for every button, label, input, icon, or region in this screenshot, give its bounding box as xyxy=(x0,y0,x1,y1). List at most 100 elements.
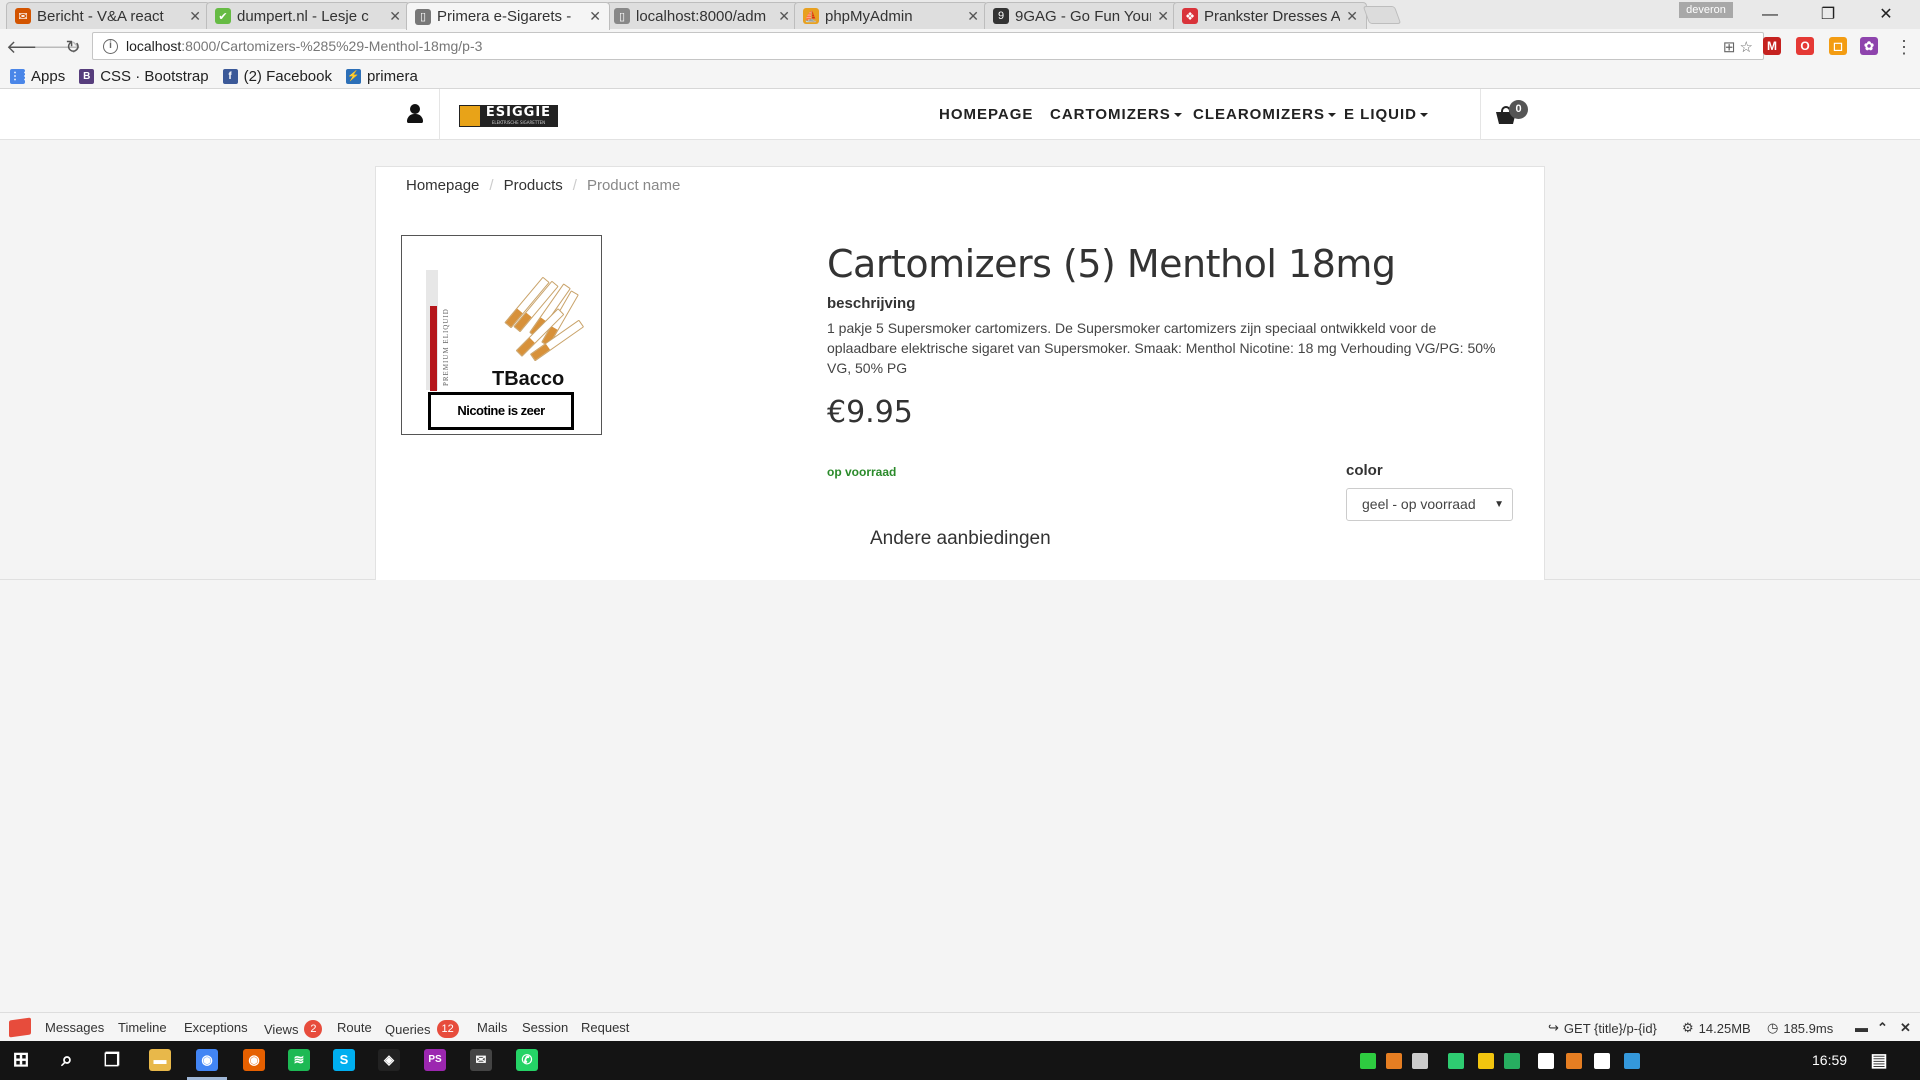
extension-icon[interactable]: M xyxy=(1763,37,1781,55)
color-label: color xyxy=(1346,462,1383,479)
tab-title: dumpert.nl - Lesje c xyxy=(237,7,369,25)
tray-icon[interactable] xyxy=(1478,1053,1494,1069)
address-bar[interactable]: i localhost:8000/Cartomizers-%285%29-Men… xyxy=(92,32,1764,60)
tray-icon[interactable] xyxy=(1448,1053,1464,1069)
nav-e-liquid[interactable]: E LIQUID xyxy=(1344,106,1429,123)
tab-title: Bericht - V&A react xyxy=(37,7,164,25)
debugbar-tab[interactable]: Exceptions xyxy=(184,1020,248,1035)
extension-icon[interactable]: ◻ xyxy=(1829,37,1847,55)
breadcrumb-separator: / xyxy=(572,177,577,194)
tab-close-icon[interactable]: ✕ xyxy=(1346,8,1358,25)
tab-close-icon[interactable]: ✕ xyxy=(589,8,601,25)
tray-icon[interactable] xyxy=(1360,1053,1376,1069)
debugbar-tab[interactable]: Route xyxy=(337,1020,372,1035)
debugbar-tab[interactable]: Request xyxy=(581,1020,629,1035)
debugbar-tab[interactable]: Messages xyxy=(45,1020,104,1035)
browser-tab[interactable]: ❖ Prankster Dresses A ✕ xyxy=(1173,2,1367,29)
browser-tab[interactable]: ✉ Bericht - V&A react ✕ xyxy=(6,2,210,29)
back-button[interactable]: 🡐 xyxy=(6,35,54,59)
new-tab-button[interactable] xyxy=(1362,6,1402,24)
file-explorer-taskbar-icon[interactable]: ▬ xyxy=(149,1049,171,1071)
debugbar-tab-label: Messages xyxy=(45,1020,105,1035)
skype-taskbar-icon[interactable]: S xyxy=(333,1049,355,1071)
notification-icon[interactable]: ▤ xyxy=(1868,1049,1890,1071)
tray-icon[interactable] xyxy=(1386,1053,1402,1069)
nav-homepage[interactable]: HOMEPAGE xyxy=(939,106,1033,123)
tab-close-icon[interactable]: ✕ xyxy=(778,8,790,25)
tab-close-icon[interactable]: ✕ xyxy=(1157,8,1169,25)
translate-bookmark-icons[interactable]: ⊞ ☆ xyxy=(1723,38,1753,56)
unity-taskbar-icon[interactable]: ◈ xyxy=(378,1049,400,1071)
spotify-taskbar-icon[interactable]: ≋ xyxy=(288,1049,310,1071)
tab-close-icon[interactable]: ✕ xyxy=(967,8,979,25)
debugbar-close-icon[interactable]: ✕ xyxy=(1900,1020,1911,1036)
extension-icon[interactable]: O xyxy=(1796,37,1814,55)
debugbar-tab[interactable]: Queries 12 xyxy=(385,1020,459,1038)
clock-icon: ◷ xyxy=(1767,1020,1779,1035)
memory-icon: ⚙ xyxy=(1682,1020,1694,1035)
browser-tab[interactable]: ▯ Primera e-Sigarets - ✕ xyxy=(406,2,610,30)
browser-tab[interactable]: ✔ dumpert.nl - Lesje c ✕ xyxy=(206,2,410,29)
info-icon[interactable]: i xyxy=(103,38,118,54)
browser-tab[interactable]: 9 9GAG - Go Fun Your ✕ xyxy=(984,2,1178,29)
clock[interactable]: 16:59 xyxy=(1812,1052,1847,1068)
phpstorm-taskbar-icon[interactable]: PS xyxy=(424,1049,446,1071)
tray-icon[interactable] xyxy=(1538,1053,1554,1069)
tab-close-icon[interactable]: ✕ xyxy=(189,8,201,25)
product-description: 1 pakje 5 Supersmoker cartomizers. De Su… xyxy=(827,320,1496,376)
chrome-taskbar-icon[interactable]: ◉ xyxy=(196,1049,218,1071)
bookmark-label: primera xyxy=(366,68,418,85)
profile-badge[interactable]: deveron xyxy=(1679,2,1733,18)
extension-icon[interactable]: ✿ xyxy=(1860,37,1878,55)
minimize-button[interactable]: — xyxy=(1741,0,1799,29)
product-price: €9.95 xyxy=(827,395,913,430)
whatsapp-taskbar-icon[interactable]: ✆ xyxy=(516,1049,538,1071)
product-image-brand-sub: PREMIUM ELIQUID xyxy=(442,308,450,386)
debugbar-tab[interactable]: Views 2 xyxy=(264,1020,323,1038)
caret-down-icon xyxy=(1328,113,1336,118)
bookmark-item[interactable]: ⚡ primera xyxy=(345,68,418,85)
bookmarks-bar: ⋮⋮ Apps B CSS · Bootstrap f (2) Facebook ⚡ prim… xyxy=(0,65,1920,89)
bookmark-item[interactable]: B CSS · Bootstrap xyxy=(79,68,209,85)
nav-clearomizers[interactable]: CLEAROMIZERS xyxy=(1193,106,1336,123)
debugbar-tab[interactable]: Timeline xyxy=(118,1020,167,1035)
browser-tab[interactable]: ⛵ phpMyAdmin ✕ xyxy=(794,2,988,29)
browser-tab[interactable]: ▯ localhost:8000/adm ✕ xyxy=(605,2,799,29)
firefox-taskbar-icon[interactable]: ◉ xyxy=(243,1049,265,1071)
tab-close-icon[interactable]: ✕ xyxy=(389,8,401,25)
debugbar-tab[interactable]: Mails xyxy=(477,1020,507,1035)
tab-title: Prankster Dresses A xyxy=(1204,7,1341,25)
debugbar-maximize-icon[interactable]: ⌃ xyxy=(1877,1020,1888,1036)
breadcrumb-homepage[interactable]: Homepage xyxy=(406,177,479,194)
close-window-button[interactable]: ✕ xyxy=(1857,0,1915,29)
description-label: beschrijving xyxy=(827,295,916,312)
user-icon[interactable] xyxy=(406,104,424,124)
tray-icon[interactable] xyxy=(1504,1053,1520,1069)
reload-button[interactable]: ↻ xyxy=(61,35,85,59)
debugbar-count-badge: 2 xyxy=(304,1020,323,1038)
tab-title: localhost:8000/adm xyxy=(636,7,767,25)
debugbar-open-icon[interactable]: ▬ xyxy=(1855,1020,1868,1035)
nav-cartomizers[interactable]: CARTOMIZERS xyxy=(1050,106,1182,123)
debugbar-tab[interactable]: Session xyxy=(522,1020,568,1035)
search-icon[interactable]: ⌕ xyxy=(56,1049,78,1071)
color-select[interactable]: geel - op voorraad ▼ xyxy=(1346,488,1513,521)
debugbar-logo-icon[interactable] xyxy=(9,1017,31,1038)
tray-icon[interactable] xyxy=(1412,1053,1428,1069)
bookmark-item[interactable]: f (2) Facebook xyxy=(222,68,332,85)
start-button[interactable]: ⊞ xyxy=(10,1049,32,1071)
mail-taskbar-icon[interactable]: ✉ xyxy=(470,1049,492,1071)
bookmark-item[interactable]: ⋮⋮ Apps xyxy=(10,68,65,85)
header-divider xyxy=(439,89,440,140)
tray-icon[interactable] xyxy=(1624,1053,1640,1069)
tab-favicon-icon: ⛵ xyxy=(803,8,819,24)
breadcrumb-products[interactable]: Products xyxy=(504,177,563,194)
site-logo[interactable]: ESIGGIE ELEKTRISCHE SIGARETTEN xyxy=(459,105,558,127)
tray-icon[interactable] xyxy=(1594,1053,1610,1069)
bookmark-icon: ⚡ xyxy=(345,69,361,84)
forward-button[interactable]: 🡒 xyxy=(33,35,81,59)
task-view-icon[interactable]: ❐ xyxy=(101,1049,123,1071)
tray-icon[interactable] xyxy=(1566,1053,1582,1069)
restore-button[interactable]: ❐ xyxy=(1799,0,1857,29)
chrome-menu-button[interactable]: ⋮ xyxy=(1892,35,1916,59)
